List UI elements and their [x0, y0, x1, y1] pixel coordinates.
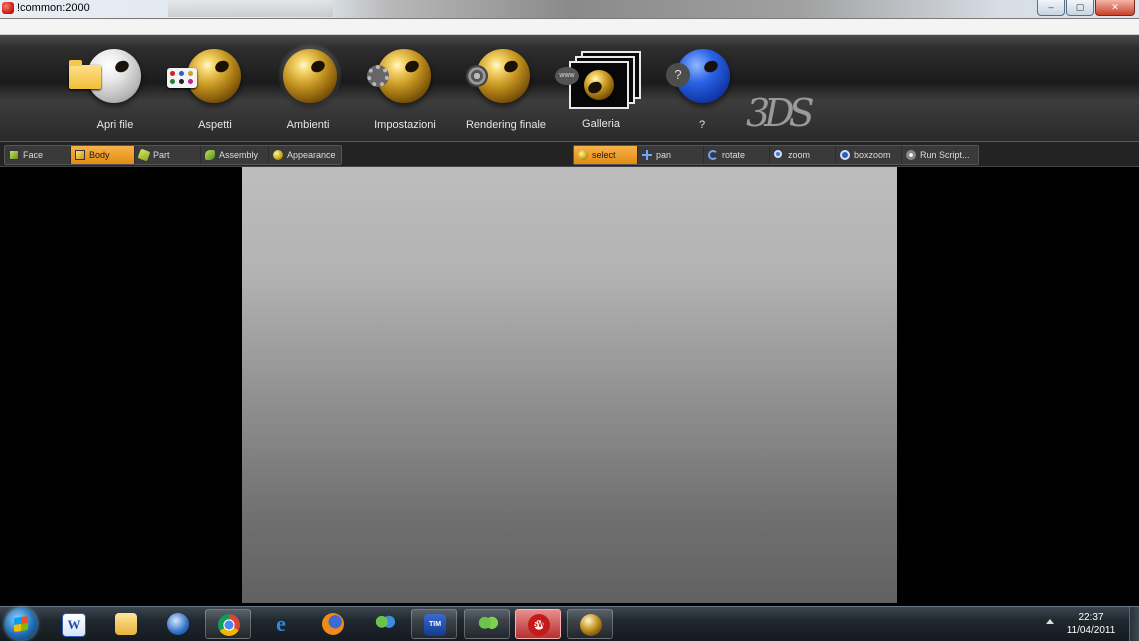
appearances-label: Aspetti [198, 119, 232, 131]
script-icon [906, 150, 916, 160]
tim-icon[interactable]: TIM [411, 609, 457, 639]
filter-part-label: Part [153, 150, 170, 160]
menu-bar [0, 19, 1139, 35]
left-panel [4, 167, 242, 603]
open-file-tool[interactable]: Apri file [65, 35, 165, 141]
view-tools-group: select pan rotate zoom boxzoom Run Scrip… [573, 145, 979, 165]
pan-tool-label: pan [656, 150, 672, 160]
pan-tool-button[interactable]: pan [638, 146, 704, 164]
secondary-toolbar: Face Body Part Assembly Appearance selec… [0, 142, 1139, 167]
rotate-tool-label: rotate [722, 150, 746, 160]
system-clock[interactable]: 22:37 11/04/2011 [1063, 611, 1119, 637]
zoom-tool-label: zoom [788, 150, 811, 160]
help-tool[interactable]: ? ? [652, 35, 752, 141]
windows-start-icon[interactable] [5, 608, 37, 640]
main-toolbar: Apri file Aspetti Ambienti Impostazioni … [0, 35, 1139, 142]
filter-assembly-label: Assembly [219, 150, 259, 160]
gallery-frame-front [569, 61, 629, 109]
clock-date: 11/04/2011 [1066, 625, 1116, 636]
filter-face-label: Face [23, 150, 44, 160]
maximize-button[interactable]: ▢ [1066, 0, 1094, 16]
thunderbird-icon[interactable] [155, 609, 201, 639]
open-file-label: Apri file [96, 119, 134, 131]
photoview-icon[interactable] [567, 609, 613, 639]
final-rendering-label: Rendering finale [465, 119, 547, 131]
settings-label: Impostazioni [374, 119, 436, 131]
face-cube-icon [9, 150, 19, 160]
body-cube-icon [75, 150, 85, 160]
tray-expand-icon[interactable] [1046, 619, 1054, 624]
clock-time: 22:37 [1078, 612, 1104, 623]
environments-tool[interactable]: Ambienti [258, 35, 358, 141]
selection-filter-group: Face Body Part Assembly Appearance [4, 145, 342, 165]
internet-explorer-icon[interactable]: e [258, 609, 304, 639]
gold-sphere-icon [283, 49, 337, 103]
help-label: ? [698, 119, 706, 131]
gallery-label: Galleria [582, 118, 620, 130]
pan-icon [642, 150, 652, 160]
gallery-tool[interactable]: www Galleria [551, 35, 651, 141]
firefox-icon[interactable] [310, 609, 356, 639]
filter-face-button[interactable]: Face [5, 146, 71, 164]
minimize-button[interactable]: – [1037, 0, 1065, 16]
gold-sphere-icon [584, 70, 614, 100]
render-viewport[interactable] [242, 167, 897, 603]
filter-body-label: Body [89, 150, 110, 160]
show-desktop-button[interactable] [1129, 607, 1139, 641]
background-window-tab [168, 0, 333, 17]
boxzoom-tool-button[interactable]: boxzoom [836, 146, 902, 164]
gear-icon [367, 65, 389, 87]
run-script-label: Run Script... [920, 150, 970, 160]
rotate-icon [708, 150, 718, 160]
app-icon[interactable] [2, 2, 14, 14]
appearances-tool[interactable]: Aspetti [165, 35, 265, 141]
close-button[interactable]: ✕ [1095, 0, 1135, 16]
solidworks-icon[interactable]: SW [515, 609, 561, 639]
live-messenger-icon[interactable] [464, 609, 510, 639]
select-icon [578, 150, 588, 160]
assembly-icon [205, 150, 215, 160]
web-icon: www [555, 67, 579, 85]
filter-assembly-button[interactable]: Assembly [201, 146, 269, 164]
filter-body-button[interactable]: Body [71, 146, 135, 164]
filter-appearance-label: Appearance [287, 150, 336, 160]
rotate-tool-button[interactable]: rotate [704, 146, 770, 164]
environments-label: Ambienti [286, 119, 330, 131]
zoom-tool-button[interactable]: zoom [770, 146, 836, 164]
select-tool-label: select [592, 150, 616, 160]
word-icon[interactable]: W [50, 609, 96, 639]
explorer-icon[interactable] [103, 609, 149, 639]
zoom-icon [774, 150, 782, 158]
right-panel [897, 167, 1136, 603]
title-bar: !common:2000 – ▢ ✕ [0, 0, 1139, 19]
question-icon: ? [666, 63, 690, 87]
3ds-logo: 3DS [746, 91, 815, 135]
filter-part-button[interactable]: Part [135, 146, 201, 164]
boxzoom-tool-label: boxzoom [854, 150, 891, 160]
folder-icon [69, 60, 101, 89]
taskbar: W e TIM SW 22:37 11/04/2011 [0, 606, 1139, 641]
select-tool-button[interactable]: select [574, 146, 638, 164]
run-script-button[interactable]: Run Script... [902, 146, 978, 164]
render-target-icon [466, 65, 488, 87]
appearance-ball-icon [273, 150, 283, 160]
part-icon [137, 148, 151, 162]
filter-appearance-button[interactable]: Appearance [269, 146, 341, 164]
palette-icon [167, 68, 197, 88]
chrome-icon[interactable] [205, 609, 251, 639]
messenger-icon[interactable] [362, 609, 408, 639]
boxzoom-icon [840, 150, 850, 160]
final-rendering-tool[interactable]: Rendering finale [456, 35, 556, 141]
window-title: !common:2000 [17, 2, 90, 14]
window-controls: – ▢ ✕ [1037, 0, 1135, 16]
settings-tool[interactable]: Impostazioni [355, 35, 455, 141]
